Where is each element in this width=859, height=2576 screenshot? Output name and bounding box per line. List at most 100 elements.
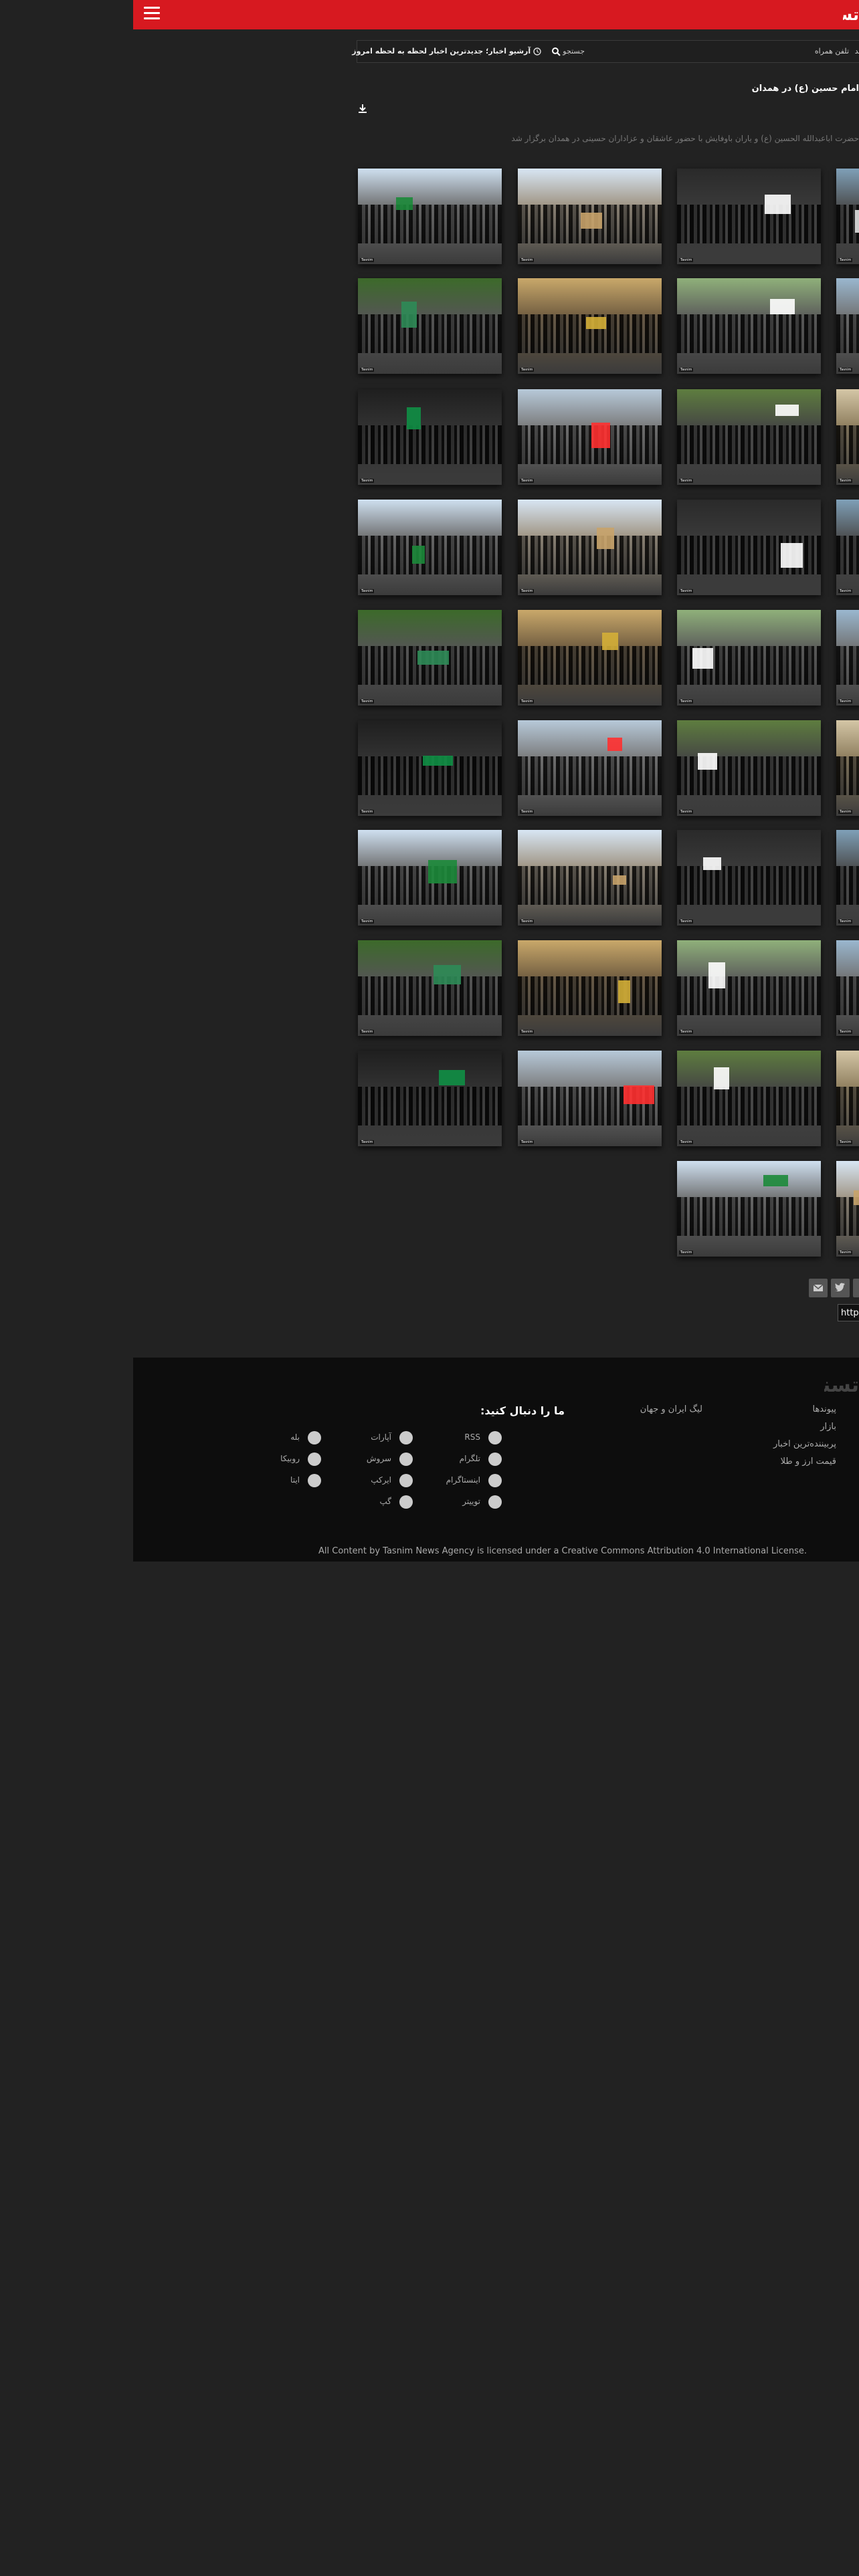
photo-credit: Tasnim (520, 920, 535, 924)
gallery-thumbnail[interactable]: Tasnim (836, 1051, 859, 1146)
gallery-thumbnail[interactable]: Tasnim (358, 830, 502, 926)
rss-icon (488, 1431, 502, 1444)
gallery-thumbnail[interactable]: Tasnim (358, 610, 502, 706)
gallery-thumbnail[interactable]: Tasnim (677, 278, 821, 374)
gallery-thumbnail[interactable]: Tasnim (518, 169, 662, 264)
social-label: بله (290, 1432, 300, 1442)
news-archive-link[interactable]: آرشیو اخبار؛ جدیدترین اخبار لحظه به لحظه… (352, 47, 541, 56)
social-link-instagram[interactable]: اینستاگرام (428, 1474, 502, 1487)
eitaa-icon (308, 1474, 321, 1487)
gallery-thumbnail[interactable]: Tasnim (677, 610, 821, 706)
gallery-thumbnail[interactable]: Tasnim (677, 1161, 821, 1257)
gallery-thumbnail[interactable]: Tasnim (518, 389, 662, 485)
gallery-thumbnail[interactable]: Tasnim (677, 169, 821, 264)
footer-link-currency[interactable]: قیمت ارز و طلا (756, 1457, 836, 1467)
photo-credit: Tasnim (520, 1140, 535, 1144)
gallery-thumbnail[interactable]: Tasnim (677, 500, 821, 595)
gallery-thumbnail[interactable]: Tasnim (518, 610, 662, 706)
gallery-thumbnail[interactable]: Tasnim (518, 500, 662, 595)
footer-logo[interactable]: تسنیم (824, 1374, 859, 1397)
gallery-thumbnail[interactable]: Tasnim (518, 278, 662, 374)
gallery-thumbnail[interactable]: Tasnim (358, 720, 502, 816)
gallery-thumbnail[interactable]: Tasnim (358, 500, 502, 595)
gallery-thumbnail[interactable]: Tasnim (677, 720, 821, 816)
gallery-thumbnail[interactable]: Tasnim (677, 830, 821, 926)
social-link-soroush[interactable]: سروش (339, 1453, 413, 1466)
gap-icon (399, 1495, 413, 1509)
gallery-thumbnail[interactable]: Tasnim (836, 389, 859, 485)
gallery-thumbnail[interactable]: Tasnim (518, 1051, 662, 1146)
bale-icon (308, 1431, 321, 1444)
photo-credit: Tasnim (838, 810, 853, 814)
gallery-thumbnail[interactable]: Tasnim (358, 940, 502, 1036)
footer-link-links[interactable]: پیوندها (783, 1404, 836, 1414)
gallery-thumbnail[interactable]: Tasnim (358, 1051, 502, 1146)
search-label: جستجو (563, 47, 585, 56)
photo-credit: Tasnim (520, 258, 535, 262)
gallery-thumbnail[interactable]: Tasnim (836, 940, 859, 1036)
social-label: RSS (464, 1432, 480, 1442)
twitter-icon[interactable] (831, 1279, 850, 1297)
rubika-icon (308, 1453, 321, 1466)
social-link-gap[interactable]: گپ (339, 1495, 413, 1509)
social-link-rss[interactable]: RSS (428, 1431, 502, 1444)
site-logo[interactable]: تسنیم (843, 4, 859, 25)
gallery-thumbnail[interactable]: Tasnim (836, 720, 859, 816)
envelope-icon[interactable] (809, 1279, 828, 1297)
footer-link-most-viewed[interactable]: پربیننده‌ترین اخبار (756, 1439, 836, 1449)
social-link-rubika[interactable]: روبیکا (248, 1453, 321, 1466)
gallery-thumbnail[interactable]: Tasnim (836, 169, 859, 264)
gallery-thumbnail[interactable]: Tasnim (677, 1051, 821, 1146)
photo-credit: Tasnim (360, 810, 375, 814)
social-link-twitter[interactable]: توییتر (428, 1495, 502, 1509)
gallery-thumbnail[interactable]: Tasnim (518, 830, 662, 926)
gallery-thumbnail[interactable]: Tasnim (358, 278, 502, 374)
photo-credit: Tasnim (679, 368, 694, 372)
gallery-thumbnail[interactable]: Tasnim (677, 940, 821, 1036)
gallery-thumbnail[interactable]: Tasnim (836, 830, 859, 926)
follow-us-title: ما را دنبال کنید: (480, 1404, 565, 1417)
photo-credit: Tasnim (679, 920, 694, 924)
social-label: ایرکپ (371, 1475, 391, 1485)
photo-credit: Tasnim (360, 258, 375, 262)
utility-link-partial[interactable]: جلد (854, 47, 859, 56)
photo-credit: Tasnim (360, 700, 375, 704)
social-link-telegram[interactable]: تلگرام (428, 1453, 502, 1466)
gallery-thumbnail[interactable]: Tasnim (518, 720, 662, 816)
gallery-thumbnail[interactable]: Tasnim (518, 940, 662, 1036)
share-icon[interactable] (853, 1279, 859, 1297)
gallery-thumbnail[interactable]: Tasnim (358, 389, 502, 485)
gallery-thumbnail[interactable]: Tasnim (836, 500, 859, 595)
article-title: امام حسین (ع) در همدان (751, 84, 859, 94)
photo-credit: Tasnim (838, 1251, 853, 1255)
clock-icon (533, 47, 541, 56)
photo-credit: Tasnim (360, 589, 375, 593)
mobile-link[interactable]: تلفن همراه (815, 47, 849, 56)
hamburger-menu-icon[interactable] (144, 7, 160, 20)
photo-credit: Tasnim (679, 700, 694, 704)
archive-label: آرشیو اخبار؛ جدیدترین اخبار لحظه به لحظه… (352, 47, 531, 56)
social-link-aparat[interactable]: آپارات (339, 1431, 413, 1444)
gallery-thumbnail[interactable]: Tasnim (677, 389, 821, 485)
photo-credit: Tasnim (360, 920, 375, 924)
photo-credit: Tasnim (679, 1140, 694, 1144)
gallery-thumbnail[interactable]: Tasnim (836, 610, 859, 706)
download-icon[interactable] (357, 103, 368, 114)
search-link[interactable]: جستجو (551, 47, 585, 56)
footer-link-market[interactable]: بازار (783, 1422, 836, 1432)
social-label: روبیکا (280, 1454, 300, 1463)
gallery-thumbnail[interactable]: Tasnim (836, 1161, 859, 1257)
gallery-thumbnail[interactable]: Tasnim (836, 278, 859, 374)
igap-icon (399, 1474, 413, 1487)
social-link-eitaa[interactable]: ایتا (248, 1474, 321, 1487)
gallery-thumbnail[interactable]: Tasnim (358, 169, 502, 264)
utility-bar: جلد تلفن همراه جستجو آرشیو اخبار؛ جدیدتر… (352, 40, 859, 63)
photo-credit: Tasnim (360, 479, 375, 483)
social-label: آپارات (371, 1432, 391, 1442)
footer-link-league[interactable]: لیگ ایران و جهان (622, 1404, 702, 1414)
social-link-bale[interactable]: بله (248, 1431, 321, 1444)
social-link-igap[interactable]: ایرکپ (339, 1474, 413, 1487)
share-url-field[interactable] (838, 1304, 859, 1321)
social-label: سروش (366, 1454, 391, 1463)
telegram-icon (488, 1453, 502, 1466)
